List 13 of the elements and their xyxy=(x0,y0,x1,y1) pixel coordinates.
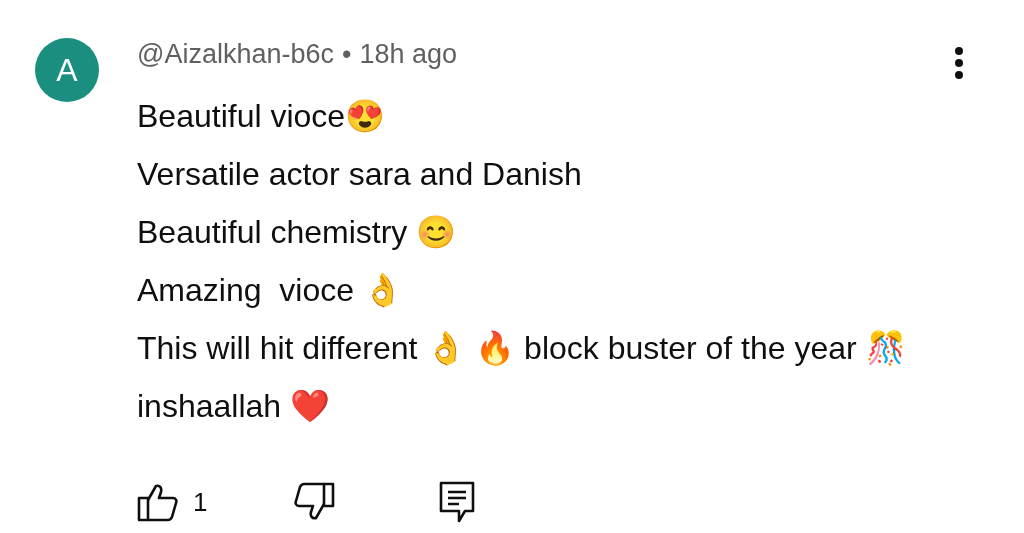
comment-time: 18h ago xyxy=(359,38,458,70)
comment-text: Beautiful vioce😍 Versatile actor sara and Danish Beautiful chemistry 😊 Amazing vioce 👌 This will hit different 👌 🔥 block buster of the year 🎊 inshaallah ❤ xyxy=(137,97,907,426)
comment-icon xyxy=(439,481,476,523)
dislike-button[interactable] xyxy=(293,482,336,522)
reply-button[interactable] xyxy=(439,481,476,523)
thumbs-down-icon xyxy=(293,482,336,522)
author-name[interactable]: @Aizalkhan-b6c xyxy=(137,38,334,70)
more-options-button[interactable] xyxy=(954,46,964,80)
thumbs-up-icon xyxy=(137,482,179,522)
separator: • xyxy=(342,38,352,70)
like-button[interactable]: 1 xyxy=(137,482,208,522)
more-icon xyxy=(954,46,964,80)
avatar[interactable]: A xyxy=(35,38,99,102)
